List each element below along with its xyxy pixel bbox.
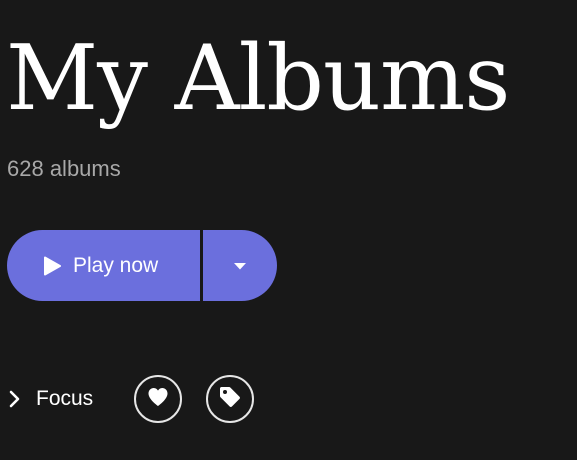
play-now-label: Play now [73, 253, 159, 277]
caret-down-icon [233, 257, 247, 275]
heart-icon [147, 387, 169, 412]
album-count: 628 albums [7, 156, 121, 181]
chevron-right-icon [8, 389, 22, 409]
tag-button[interactable] [206, 375, 254, 423]
favorite-button[interactable] [134, 375, 182, 423]
tag-icon [218, 385, 242, 414]
page-title: My Albums [6, 26, 510, 131]
focus-toggle[interactable]: Focus [8, 382, 93, 416]
play-icon [43, 256, 61, 276]
play-options-dropdown-button[interactable] [203, 230, 277, 301]
play-button-group: Play now [7, 230, 277, 301]
play-now-button[interactable]: Play now [7, 230, 200, 301]
focus-label: Focus [36, 387, 94, 410]
